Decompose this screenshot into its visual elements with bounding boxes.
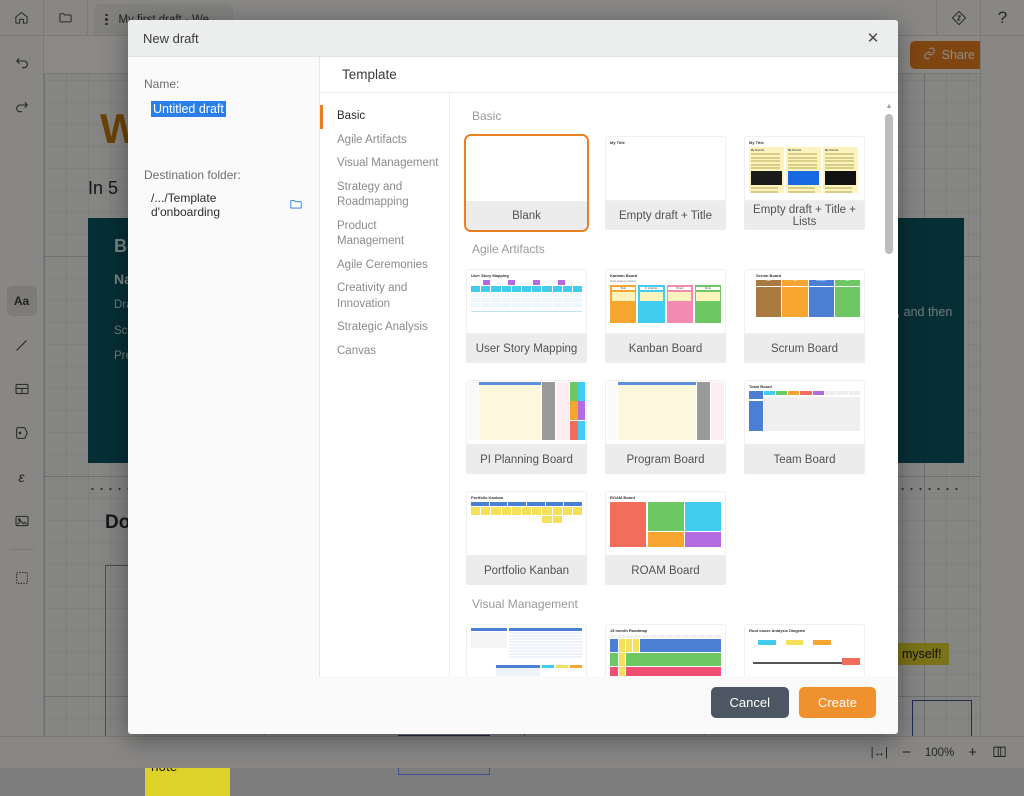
template-card[interactable]: Root cause Analysis Diagram <box>742 622 867 676</box>
category-item-agile-artifacts[interactable]: Agile Artifacts <box>320 129 449 153</box>
template-label: Empty draft + Title <box>605 201 726 230</box>
template-thumbnail: My TitleMy first listMy first listMy fir… <box>744 136 865 201</box>
template-card[interactable]: 15 month Roadmap <box>603 622 728 676</box>
template-card-user-story-mapping[interactable]: User Story MappingUser Story Mapping <box>464 267 589 365</box>
template-card[interactable] <box>464 622 589 676</box>
template-card-empty-draft-title[interactable]: My TitleEmpty draft + Title <box>603 134 728 232</box>
template-label: Kanban Board <box>605 334 726 363</box>
scroll-up-arrow[interactable]: ▲ <box>885 103 893 110</box>
template-label: PI Planning Board <box>466 445 587 474</box>
scrollbar-thumb[interactable] <box>885 114 893 254</box>
new-draft-dialog: New draft ✕ Name: Untitled draft Destina… <box>128 20 898 734</box>
template-grid: User Story MappingUser Story MappingKanb… <box>464 267 872 587</box>
template-scroll-area[interactable]: BasicBlankMy TitleEmpty draft + TitleMy … <box>450 93 898 676</box>
template-label: User Story Mapping <box>466 334 587 363</box>
template-card-portfolio-kanban[interactable]: Portfolio KanbanPortfolio Kanban <box>464 489 589 587</box>
destination-label: Destination folder: <box>144 168 303 182</box>
destination-block: Destination folder: /.../Template d'onbo… <box>144 168 303 219</box>
template-card-blank[interactable]: Blank <box>464 134 589 232</box>
template-thumbnail: My Title <box>605 136 726 201</box>
template-header: Template <box>320 57 898 93</box>
template-grid: 15 month Roadmap Root cause Analysis Diag… <box>464 622 872 676</box>
dialog-right-pane: Template BasicAgile ArtifactsVisual Mana… <box>320 57 898 676</box>
close-icon[interactable]: ✕ <box>860 25 886 51</box>
category-item-agile-ceremonies[interactable]: Agile Ceremonies <box>320 254 449 278</box>
category-item-canvas[interactable]: Canvas <box>320 340 449 364</box>
name-input[interactable]: Untitled draft <box>144 100 303 118</box>
cancel-button[interactable]: Cancel <box>711 687 789 718</box>
template-label: Program Board <box>605 445 726 474</box>
template-thumbnail: User Story Mapping <box>466 269 587 334</box>
template-label: Empty draft + Title + Lists <box>744 201 865 230</box>
category-list: BasicAgile ArtifactsVisual ManagementStr… <box>320 93 450 676</box>
template-card-kanban-board[interactable]: Kanban BoardTeam progress trackingTodoIn… <box>603 267 728 365</box>
name-label: Name: <box>144 77 303 91</box>
template-card-roam-board[interactable]: ROAM BoardROAM Board <box>603 489 728 587</box>
template-thumbnail: Portfolio Kanban <box>466 491 587 556</box>
create-button[interactable]: Create <box>799 687 876 718</box>
name-input-value: Untitled draft <box>151 101 226 117</box>
template-thumbnail: Kanban BoardTeam progress trackingTodoIn… <box>605 269 726 334</box>
template-thumbnail: Scrum BoardDoneTodoIn progressDone <box>744 269 865 334</box>
dialog-header: New draft ✕ <box>128 20 898 57</box>
category-item-creativity-and-innovation[interactable]: Creativity and Innovation <box>320 277 449 316</box>
dialog-left-pane: Name: Untitled draft Destination folder:… <box>128 57 320 676</box>
category-item-product-management[interactable]: Product Management <box>320 215 449 254</box>
template-body: BasicAgile ArtifactsVisual ManagementStr… <box>320 93 898 676</box>
dialog-footer: Cancel Create <box>128 676 898 734</box>
template-card-empty-draft-title-lists[interactable]: My TitleMy first listMy first listMy fir… <box>742 134 867 232</box>
template-thumbnail: Team Board <box>744 380 865 445</box>
section-title-agile-artifacts: Agile Artifacts <box>472 242 872 256</box>
category-item-strategic-analysis[interactable]: Strategic Analysis <box>320 316 449 340</box>
template-card-program-board[interactable]: Program Board <box>603 378 728 476</box>
dialog-title: New draft <box>143 31 199 46</box>
template-thumbnail: 15 month Roadmap <box>605 624 726 676</box>
template-label: Team Board <box>744 445 865 474</box>
template-label: ROAM Board <box>605 556 726 585</box>
template-thumbnail: Root cause Analysis Diagram <box>744 624 865 676</box>
template-card-pi-planning-board[interactable]: PI Planning Board <box>464 378 589 476</box>
template-card-scrum-board[interactable]: Scrum BoardDoneTodoIn progressDoneScrum … <box>742 267 867 365</box>
template-label: Blank <box>466 201 587 230</box>
destination-row[interactable]: /.../Template d'onboarding <box>151 191 303 219</box>
template-thumbnail <box>466 380 587 445</box>
template-card-team-board[interactable]: Team BoardTeam Board <box>742 378 867 476</box>
template-grid: BlankMy TitleEmpty draft + TitleMy Title… <box>464 134 872 232</box>
dialog-body: Name: Untitled draft Destination folder:… <box>128 57 898 676</box>
folder-icon[interactable] <box>289 197 303 214</box>
template-thumbnail: ROAM Board <box>605 491 726 556</box>
template-thumbnail <box>466 624 587 676</box>
template-scrollbar[interactable]: ▲ <box>885 103 893 666</box>
template-label: Portfolio Kanban <box>466 556 587 585</box>
template-thumbnail <box>466 136 587 201</box>
category-item-visual-management[interactable]: Visual Management <box>320 152 449 176</box>
category-item-strategy-and-roadmapping[interactable]: Strategy and Roadmapping <box>320 176 449 215</box>
template-sections: BasicBlankMy TitleEmpty draft + TitleMy … <box>464 109 872 676</box>
category-item-basic[interactable]: Basic <box>320 105 449 129</box>
destination-path: /.../Template d'onboarding <box>151 191 281 219</box>
section-title-visual-management: Visual Management <box>472 597 872 611</box>
section-title-basic: Basic <box>472 109 872 123</box>
template-thumbnail <box>605 380 726 445</box>
template-label: Scrum Board <box>744 334 865 363</box>
